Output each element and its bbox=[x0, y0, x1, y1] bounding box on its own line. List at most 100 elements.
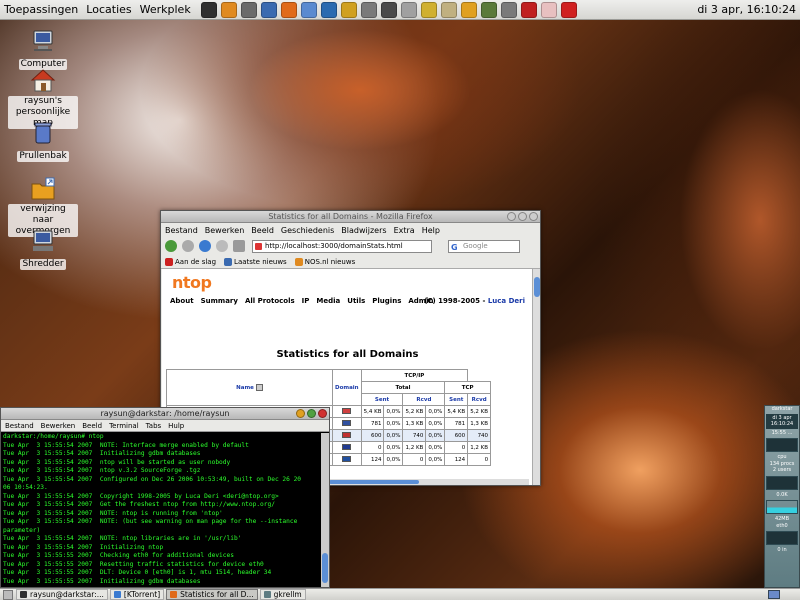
taskbar-button[interactable]: [KTorrent] bbox=[109, 589, 165, 600]
nav-all-protocols[interactable]: All Protocols bbox=[245, 297, 295, 305]
file-manager-icon[interactable] bbox=[220, 1, 237, 18]
desktop-icon-computer[interactable]: Computer bbox=[8, 28, 78, 70]
pdf-icon[interactable] bbox=[560, 1, 577, 18]
mail-icon[interactable] bbox=[300, 1, 317, 18]
sort-icon[interactable] bbox=[255, 384, 263, 391]
cd-icon[interactable] bbox=[540, 1, 557, 18]
menu-tabs[interactable]: Tabs bbox=[146, 422, 162, 430]
menu-file[interactable]: Bestand bbox=[165, 226, 198, 235]
scroll-thumb[interactable] bbox=[322, 553, 328, 583]
system-menu[interactable]: Werkplek bbox=[136, 3, 195, 16]
maximize-button[interactable] bbox=[518, 212, 527, 221]
settings-icon[interactable] bbox=[480, 1, 497, 18]
firefox-titlebar[interactable]: Statistics for all Domains - Mozilla Fir… bbox=[161, 211, 540, 223]
menu-edit[interactable]: Bewerken bbox=[41, 422, 76, 430]
document-icon[interactable] bbox=[420, 1, 437, 18]
terminal-icon[interactable] bbox=[200, 1, 217, 18]
clock[interactable]: di 3 apr, 16:10:24 bbox=[697, 3, 796, 16]
back-arrow-icon[interactable] bbox=[165, 240, 177, 252]
tools-icon[interactable] bbox=[360, 1, 377, 18]
menu-edit[interactable]: Bewerken bbox=[205, 226, 245, 235]
terminal-window[interactable]: raysun@darkstar: /home/raysun Bestand Be… bbox=[0, 407, 330, 588]
show-desktop-icon[interactable] bbox=[3, 589, 13, 600]
tcp-sent-header[interactable]: Sent bbox=[444, 393, 469, 406]
scroll-thumb[interactable] bbox=[329, 480, 419, 484]
minimize-button[interactable] bbox=[507, 212, 516, 221]
net-in-label: 0 in bbox=[777, 547, 787, 553]
menu-terminal[interactable]: Terminal bbox=[109, 422, 139, 430]
table-cell: 740 bbox=[467, 429, 492, 442]
desktop-icon-label: Prullenbak bbox=[17, 151, 69, 162]
forward-arrow-icon[interactable] bbox=[182, 240, 194, 252]
tcpip-header: TCP/IP bbox=[360, 369, 469, 382]
stop-icon[interactable] bbox=[216, 240, 228, 252]
total-sent-header[interactable]: Sent bbox=[360, 393, 404, 406]
url-field[interactable]: http://localhost:3000/domainStats.html bbox=[252, 239, 432, 253]
ntop-logo[interactable]: ntop bbox=[172, 273, 212, 292]
flag-icon[interactable] bbox=[342, 431, 352, 438]
total-rcvd-header[interactable]: Rcvd bbox=[402, 393, 446, 406]
home-icon[interactable] bbox=[233, 240, 245, 252]
ntop-icon[interactable] bbox=[400, 1, 417, 18]
menu-file[interactable]: Bestand bbox=[5, 422, 34, 430]
menu-tools[interactable]: Extra bbox=[394, 226, 415, 235]
nav-plugins[interactable]: Plugins bbox=[372, 297, 401, 305]
name-column-header[interactable]: Name bbox=[166, 369, 333, 406]
menu-bookmarks[interactable]: Bladwijzers bbox=[341, 226, 386, 235]
tcp-rcvd-header[interactable]: Rcvd bbox=[467, 393, 492, 406]
nav-media[interactable]: Media bbox=[316, 297, 340, 305]
bookmark-latest-news[interactable]: Laatste nieuws bbox=[224, 257, 287, 266]
firefox-icon[interactable] bbox=[280, 1, 297, 18]
menu-help[interactable]: Help bbox=[422, 226, 440, 235]
table-cell: 5,2 KB bbox=[402, 405, 427, 418]
bookmark-nos-news[interactable]: NOS.nl nieuws bbox=[294, 257, 355, 266]
close-button[interactable] bbox=[529, 212, 538, 221]
author-link[interactable]: Luca Deri bbox=[488, 297, 525, 305]
menu-view[interactable]: Beeld bbox=[82, 422, 102, 430]
maximize-button[interactable] bbox=[307, 409, 316, 418]
taskbar-button[interactable]: gkrellm bbox=[259, 589, 306, 600]
close-button[interactable] bbox=[318, 409, 327, 418]
domain-column-header[interactable]: Domain bbox=[332, 369, 362, 406]
flag-icon[interactable] bbox=[342, 419, 352, 426]
menu-help[interactable]: Hulp bbox=[168, 422, 184, 430]
minimize-button[interactable] bbox=[296, 409, 305, 418]
reload-icon[interactable] bbox=[199, 240, 211, 252]
monitor-icon[interactable] bbox=[380, 1, 397, 18]
calculator-icon[interactable] bbox=[520, 1, 537, 18]
vertical-scrollbar[interactable] bbox=[532, 269, 540, 485]
gimp-icon[interactable] bbox=[240, 1, 257, 18]
workspace-switcher[interactable] bbox=[768, 590, 780, 599]
nav-utils[interactable]: Utils bbox=[347, 297, 365, 305]
nav-summary[interactable]: Summary bbox=[201, 297, 238, 305]
taskbar-button[interactable]: Statistics for all D... bbox=[166, 589, 258, 600]
taskbar-button[interactable]: raysun@darkstar:... bbox=[16, 589, 108, 600]
nav-about[interactable]: About bbox=[170, 297, 194, 305]
menu-history[interactable]: Geschiedenis bbox=[281, 226, 334, 235]
terminal-output[interactable]: darkstar:/home/raysun# ntop Tue Apr 3 15:… bbox=[3, 433, 321, 587]
terminal-scrollbar[interactable] bbox=[321, 433, 329, 587]
notes-icon[interactable] bbox=[440, 1, 457, 18]
table-cell: 124 bbox=[444, 453, 469, 466]
terminal-line: Tue Apr 3 15:55:55 2007 DLT: Device 0 [e… bbox=[3, 569, 272, 576]
scroll-thumb[interactable] bbox=[534, 277, 540, 297]
network-icon[interactable] bbox=[260, 1, 277, 18]
search-input[interactable]: G Google bbox=[448, 239, 520, 253]
flag-icon[interactable] bbox=[342, 407, 352, 414]
office-icon[interactable] bbox=[320, 1, 337, 18]
flag-icon[interactable] bbox=[342, 443, 352, 450]
desktop-icon-shredder[interactable]: Shredder bbox=[8, 228, 78, 270]
desktop-icon-trash[interactable]: Prullenbak bbox=[8, 120, 78, 162]
flag-icon[interactable] bbox=[342, 455, 352, 462]
gedit-icon[interactable] bbox=[460, 1, 477, 18]
horizontal-scrollbar[interactable] bbox=[329, 479, 529, 485]
photo-icon[interactable] bbox=[500, 1, 517, 18]
terminal-titlebar[interactable]: raysun@darkstar: /home/raysun bbox=[1, 408, 329, 420]
chat-icon[interactable] bbox=[340, 1, 357, 18]
bookmark-getting-started[interactable]: Aan de slag bbox=[165, 257, 216, 266]
menu-view[interactable]: Beeld bbox=[251, 226, 274, 235]
places-menu[interactable]: Locaties bbox=[82, 3, 135, 16]
applications-menu[interactable]: Toepassingen bbox=[0, 3, 82, 16]
nav-ip[interactable]: IP bbox=[302, 297, 310, 305]
gkrellm-monitor[interactable]: darkstar di 3 apr 16:10:24 15:55 ... cpu… bbox=[764, 405, 800, 588]
